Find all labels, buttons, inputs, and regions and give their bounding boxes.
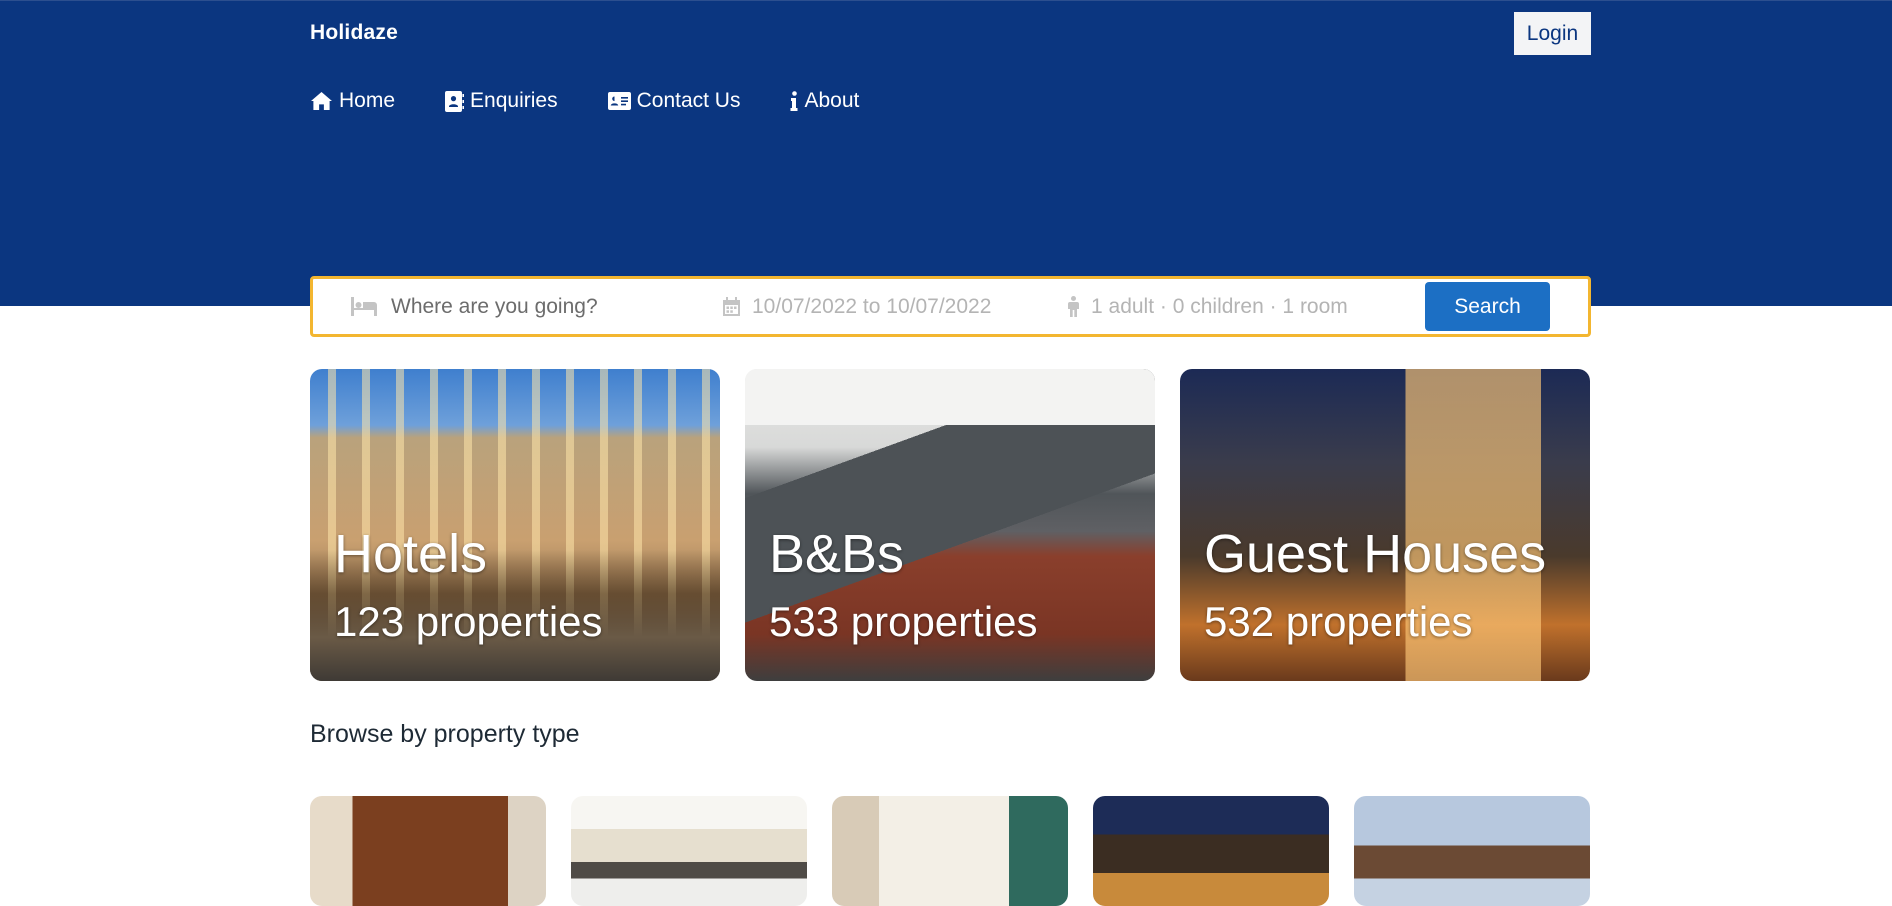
main-nav: Home Enquiries Contact Us About (310, 89, 859, 113)
nav-item-home[interactable]: Home (310, 89, 395, 113)
featured-card-title: B&Bs (769, 524, 905, 584)
search-bar: 10/07/2022 to 10/07/2022 1 adult · 0 chi… (310, 276, 1591, 337)
featured-card-title: Guest Houses (1204, 524, 1547, 584)
hero-banner: Holidaze Login Home Enquiries Contact Us (0, 0, 1892, 306)
guests-field[interactable]: 1 adult · 0 children · 1 room (1068, 279, 1348, 334)
brand-logo[interactable]: Holidaze (310, 21, 398, 45)
search-button[interactable]: Search (1425, 282, 1550, 331)
home-icon (311, 91, 332, 111)
featured-card-count: 533 properties (769, 598, 1038, 645)
nav-item-label: Enquiries (470, 89, 558, 112)
section-title: Browse by property type (310, 720, 580, 748)
featured-card-title: Hotels (334, 524, 488, 584)
date-range-text: 10/07/2022 to 10/07/2022 (752, 294, 992, 318)
nav-item-enquiries[interactable]: Enquiries (445, 89, 558, 113)
info-icon (790, 91, 798, 111)
date-range-field[interactable]: 10/07/2022 to 10/07/2022 (723, 279, 991, 334)
property-type-card[interactable] (832, 796, 1068, 906)
nav-item-about[interactable]: About (790, 89, 859, 113)
property-type-card[interactable] (1354, 796, 1590, 906)
person-icon (1068, 296, 1079, 317)
id-card-icon (607, 92, 631, 110)
address-book-icon (445, 90, 465, 112)
calendar-icon (723, 297, 740, 316)
featured-card-count: 123 properties (334, 598, 603, 645)
property-type-card[interactable] (310, 796, 546, 906)
featured-card-hotels[interactable]: Hotels 123 properties (310, 369, 720, 681)
featured-card-guest-houses[interactable]: Guest Houses 532 properties (1180, 369, 1590, 681)
nav-item-label: Contact Us (636, 89, 741, 112)
property-type-card[interactable] (571, 796, 807, 906)
destination-field[interactable] (351, 279, 691, 334)
nav-item-label: About (804, 89, 860, 112)
guests-text: 1 adult · 0 children · 1 room (1091, 294, 1348, 318)
login-button[interactable]: Login (1514, 12, 1591, 55)
bed-icon (351, 297, 377, 316)
nav-item-contact-us[interactable]: Contact Us (607, 89, 741, 113)
property-type-card[interactable] (1093, 796, 1329, 906)
destination-input[interactable] (389, 293, 679, 320)
featured-card-count: 532 properties (1204, 598, 1473, 645)
featured-card-bnbs[interactable]: B&Bs 533 properties (745, 369, 1155, 681)
nav-item-label: Home (339, 89, 396, 112)
